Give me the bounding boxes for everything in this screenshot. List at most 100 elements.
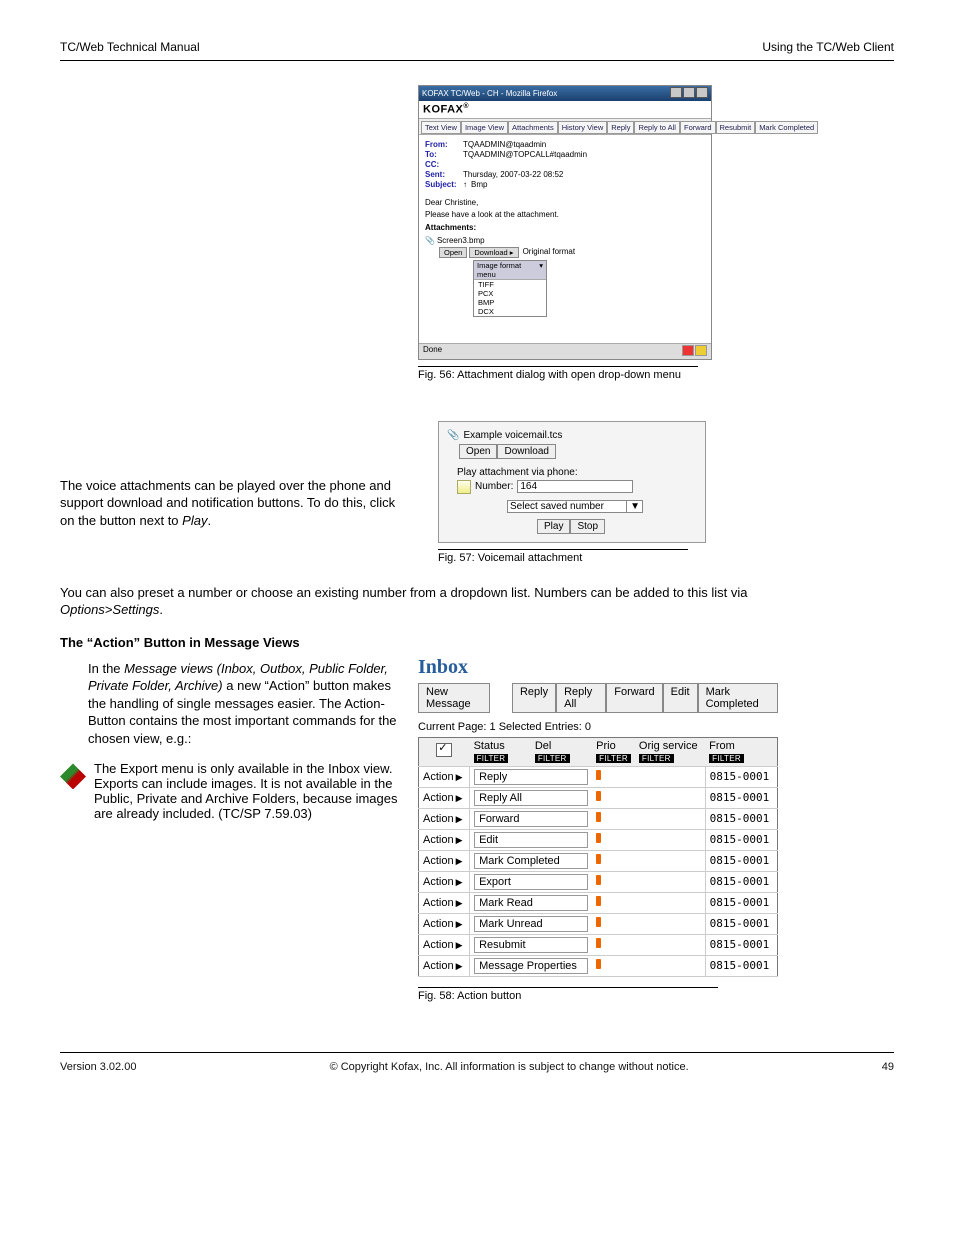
view-tabs: Text View Image View Attachments History… <box>419 119 711 135</box>
vm-play-label: Play attachment via phone: <box>457 467 697 478</box>
filter-prio[interactable]: FILTER <box>596 754 631 763</box>
action-menu-item[interactable]: Mark Completed <box>474 853 588 869</box>
action-menu-item[interactable]: Export <box>474 874 588 890</box>
col-from: From FILTER <box>705 737 777 766</box>
action-button[interactable]: Action▶ <box>423 939 463 951</box>
inbox-title: Inbox <box>418 656 778 679</box>
status-text: Done <box>423 345 442 358</box>
voice-para: The voice attachments can be played over… <box>60 477 400 530</box>
tab-history-view[interactable]: History View <box>558 121 608 134</box>
footer-page: 49 <box>882 1061 894 1073</box>
inbox-reply-button[interactable]: Reply <box>512 683 556 713</box>
table-row: Action▶Reply0815-0001 <box>419 766 778 787</box>
action-menu-item[interactable]: Edit <box>474 832 588 848</box>
play-button[interactable]: Play <box>537 519 570 534</box>
stop-button[interactable]: Stop <box>570 519 605 534</box>
priority-icon <box>596 917 601 927</box>
forward-button[interactable]: Forward <box>680 121 716 134</box>
action-menu-item[interactable]: Mark Unread <box>474 916 588 932</box>
select-all-checkbox[interactable] <box>436 743 452 757</box>
from-cell: 0815-0001 <box>705 892 777 913</box>
image-format-menu[interactable]: Image format menu▾ TIFF PCX BMP DCX <box>473 260 547 317</box>
phone-icon <box>457 480 471 494</box>
format-bmp[interactable]: BMP <box>474 298 546 307</box>
table-row: Action▶Export0815-0001 <box>419 871 778 892</box>
tab-text-view[interactable]: Text View <box>421 121 461 134</box>
vm-open-button[interactable]: Open <box>459 444 497 459</box>
original-format-label: Original format <box>523 247 575 256</box>
action-button[interactable]: Action▶ <box>423 792 463 804</box>
inbox-forward-button[interactable]: Forward <box>606 683 662 713</box>
from-cell: 0815-0001 <box>705 913 777 934</box>
note-icon <box>60 763 86 789</box>
priority-icon <box>596 875 601 885</box>
sent-label: Sent: <box>425 170 459 179</box>
inbox-replyall-button[interactable]: Reply All <box>556 683 606 713</box>
open-button[interactable]: Open <box>439 247 467 258</box>
priority-icon <box>596 854 601 864</box>
format-tiff[interactable]: TIFF <box>474 280 546 289</box>
filter-from[interactable]: FILTER <box>709 754 744 763</box>
download-button[interactable]: Download ▸ <box>469 247 518 258</box>
brand: KOFAX® <box>419 101 711 119</box>
header-left: TC/Web Technical Manual <box>60 40 200 54</box>
saved-number-select[interactable]: Select saved number▼ <box>507 500 643 513</box>
inbox-figure: Inbox New Message Reply Reply All Forwar… <box>418 656 778 1002</box>
mark-completed-button[interactable]: Mark Completed <box>755 121 818 134</box>
inbox-markcompleted-button[interactable]: Mark Completed <box>698 683 778 713</box>
fig58-caption: Fig. 58: Action button <box>418 990 778 1002</box>
footer-version: Version 3.02.00 <box>60 1061 136 1073</box>
priority-icon <box>596 938 601 948</box>
voicemail-name: Example voicemail.tcs <box>463 430 562 441</box>
action-menu-item[interactable]: Forward <box>474 811 588 827</box>
action-button[interactable]: Action▶ <box>423 813 463 825</box>
new-message-button[interactable]: New Message <box>418 683 490 713</box>
format-dcx[interactable]: DCX <box>474 307 546 316</box>
filter-status[interactable]: FILTER <box>474 754 509 763</box>
to-label: To: <box>425 150 459 159</box>
resubmit-button[interactable]: Resubmit <box>716 121 756 134</box>
body-line2: Please have a look at the attachment. <box>425 210 705 219</box>
voicemail-panel: 📎Example voicemail.tcs OpenDownload Play… <box>438 421 706 543</box>
body-line1: Dear Christine, <box>425 198 705 207</box>
to-value: TQAADMIN@TOPCALL#tqaadmin <box>463 150 587 159</box>
number-label: Number: <box>475 481 513 492</box>
from-cell: 0815-0001 <box>705 934 777 955</box>
inbox-edit-button[interactable]: Edit <box>663 683 698 713</box>
action-button[interactable]: Action▶ <box>423 960 463 972</box>
reply-button[interactable]: Reply <box>607 121 634 134</box>
filter-orig[interactable]: FILTER <box>639 754 674 763</box>
action-button[interactable]: Action▶ <box>423 834 463 846</box>
cc-label: CC: <box>425 160 459 169</box>
status-icons <box>681 345 707 358</box>
header-rule <box>60 60 894 61</box>
vm-download-button[interactable]: Download <box>497 444 555 459</box>
tab-image-view[interactable]: Image View <box>461 121 508 134</box>
window-buttons[interactable] <box>669 87 708 100</box>
action-menu-item[interactable]: Mark Read <box>474 895 588 911</box>
format-pcx[interactable]: PCX <box>474 289 546 298</box>
number-input[interactable] <box>517 480 633 493</box>
window-title: KOFAX TC/Web - CH - Mozilla Firefox <box>422 89 557 98</box>
action-menu-item[interactable]: Reply <box>474 769 588 785</box>
action-menu-item[interactable]: Message Properties <box>474 958 588 974</box>
action-button[interactable]: Action▶ <box>423 855 463 867</box>
table-row: Action▶Message Properties0815-0001 <box>419 955 778 976</box>
action-menu-item[interactable]: Resubmit <box>474 937 588 953</box>
note-text: The Export menu is only available in the… <box>94 761 400 821</box>
action-button[interactable]: Action▶ <box>423 876 463 888</box>
priority-icon <box>596 833 601 843</box>
col-prio: Prio FILTER <box>592 737 635 766</box>
reply-all-button[interactable]: Reply to All <box>634 121 680 134</box>
table-row: Action▶Forward0815-0001 <box>419 808 778 829</box>
action-button[interactable]: Action▶ <box>423 771 463 783</box>
priority-icon <box>596 896 601 906</box>
filter-del[interactable]: FILTER <box>535 754 570 763</box>
action-menu-item[interactable]: Reply All <box>474 790 588 806</box>
action-button[interactable]: Action▶ <box>423 897 463 909</box>
footer-copyright: © Copyright Kofax, Inc. All information … <box>136 1061 881 1073</box>
action-button[interactable]: Action▶ <box>423 918 463 930</box>
preset-para: You can also preset a number or choose a… <box>60 584 760 619</box>
table-row: Action▶ Resubmit 0815-0001 <box>419 934 778 955</box>
tab-attachments[interactable]: Attachments <box>508 121 558 134</box>
